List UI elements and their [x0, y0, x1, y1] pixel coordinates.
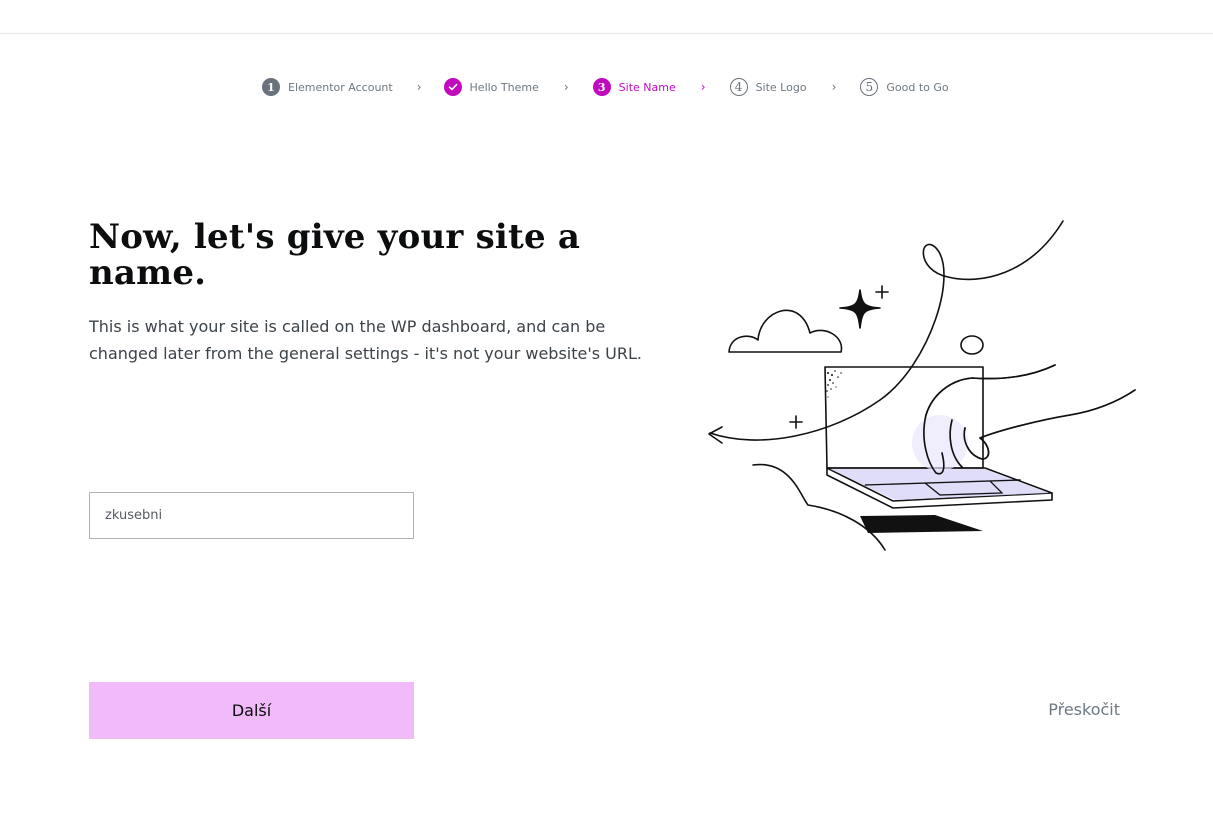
- step-site-logo[interactable]: 4 Site Logo: [729, 78, 807, 96]
- site-name-input[interactable]: [89, 492, 414, 539]
- check-icon: [443, 78, 462, 96]
- step-label: Elementor Account: [288, 80, 393, 94]
- step-label: Site Logo: [755, 80, 807, 94]
- laptop-hand-illustration: [708, 220, 1136, 551]
- step-site-name[interactable]: 3 Site Name: [592, 78, 676, 96]
- chevron-right-icon: ›: [563, 80, 569, 94]
- next-button[interactable]: Další: [89, 682, 414, 739]
- step-number-badge: 5: [860, 78, 879, 96]
- top-bar: [0, 0, 1213, 34]
- step-label: Site Name: [618, 80, 676, 94]
- step-good-to-go[interactable]: 5 Good to Go: [860, 78, 949, 96]
- step-label: Hello Theme: [469, 80, 539, 94]
- step-hello-theme[interactable]: Hello Theme: [443, 78, 539, 96]
- step-number-badge: 3: [592, 78, 611, 96]
- step-label: Good to Go: [886, 80, 949, 94]
- chevron-right-icon: ›: [700, 80, 706, 94]
- skip-link[interactable]: Přeskočit: [1000, 700, 1120, 719]
- page-title: Now, let's give your site a name.: [89, 217, 581, 293]
- step-elementor-account[interactable]: 1 Elementor Account: [262, 78, 393, 96]
- step-number-badge: 4: [729, 78, 748, 96]
- step-number-badge: 1: [262, 78, 280, 96]
- chevron-right-icon: ›: [831, 80, 837, 94]
- page-description: This is what your site is called on the …: [89, 317, 642, 363]
- onboarding-stepper: 1 Elementor Account › Hello Theme › 3 Si…: [262, 77, 949, 97]
- chevron-right-icon: ›: [416, 80, 422, 94]
